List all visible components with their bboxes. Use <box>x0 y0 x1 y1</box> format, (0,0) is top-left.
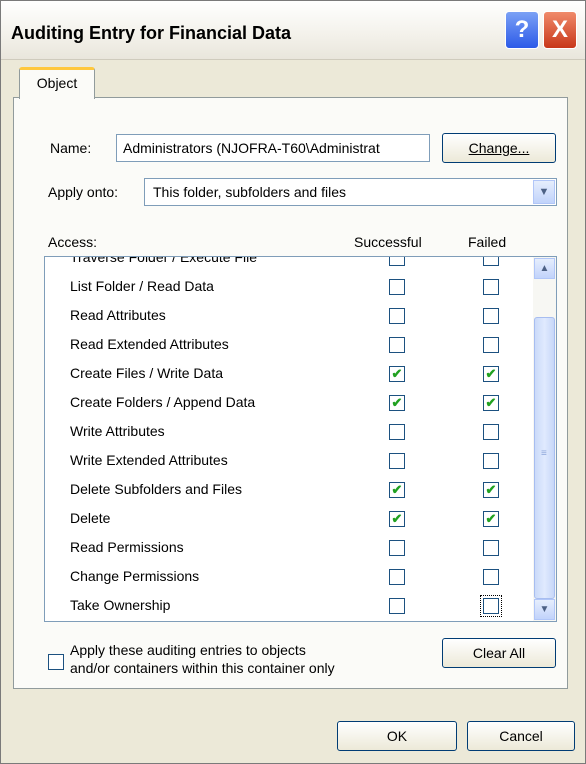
access-row-name: Read Attributes <box>70 307 166 323</box>
successful-header-label: Successful <box>354 234 422 250</box>
access-row: Write Attributes <box>45 418 535 447</box>
access-row-name: Traverse Folder / Execute File <box>70 256 257 265</box>
grip-icon: ≡ <box>541 448 547 459</box>
access-header-label: Access: <box>48 234 98 250</box>
failed-checkbox[interactable] <box>483 424 499 440</box>
apply-onto-value: This folder, subfolders and files <box>153 184 346 200</box>
access-row-name: Write Attributes <box>70 423 165 439</box>
failed-checkbox[interactable]: ✔ <box>483 366 499 382</box>
access-row: Create Folders / Append Data ✔ ✔ <box>45 389 535 418</box>
cancel-button[interactable]: Cancel <box>467 721 575 751</box>
successful-checkbox[interactable] <box>389 569 405 585</box>
failed-checkbox[interactable] <box>483 540 499 556</box>
successful-checkbox[interactable]: ✔ <box>389 366 405 382</box>
access-row: Read Attributes <box>45 302 535 331</box>
access-row: Read Permissions <box>45 534 535 563</box>
failed-checkbox[interactable] <box>483 257 499 266</box>
access-row-name: Change Permissions <box>70 568 200 584</box>
successful-checkbox[interactable] <box>389 598 405 614</box>
apply-onto-select[interactable]: This folder, subfolders and files ▼ <box>144 178 557 206</box>
access-row: List Folder / Read Data <box>45 273 535 302</box>
access-row: Traverse Folder / Execute File <box>45 256 535 273</box>
successful-checkbox[interactable] <box>389 337 405 353</box>
change-button[interactable]: Change... <box>442 133 556 163</box>
tab-panel: Name: Administrators (NJOFRA-T60\Adminis… <box>13 97 568 689</box>
access-row-name: Delete <box>70 510 111 526</box>
apply-inherit-line2: and/or containers within this container … <box>70 660 335 676</box>
successful-checkbox[interactable]: ✔ <box>389 482 405 498</box>
successful-checkbox[interactable] <box>389 279 405 295</box>
failed-checkbox[interactable] <box>483 569 499 585</box>
dialog-title: Auditing Entry for Financial Data <box>11 23 292 43</box>
successful-checkbox[interactable] <box>389 257 405 266</box>
change-button-label: Change... <box>468 140 530 156</box>
apply-inherit-checkbox[interactable] <box>48 654 64 670</box>
access-row: Create Files / Write Data ✔ ✔ <box>45 360 535 389</box>
successful-checkbox[interactable] <box>389 540 405 556</box>
access-row-name: Write Extended Attributes <box>70 452 228 468</box>
help-button[interactable]: ? <box>505 11 539 49</box>
access-row: Write Extended Attributes <box>45 447 535 476</box>
ok-button[interactable]: OK <box>337 721 457 751</box>
scroll-up-icon[interactable]: ▲ <box>534 258 555 279</box>
access-row-name: Read Permissions <box>70 539 184 555</box>
failed-checkbox[interactable]: ✔ <box>483 482 499 498</box>
scroll-down-icon[interactable]: ▼ <box>534 599 555 620</box>
access-row-name: Take Ownership <box>70 597 171 613</box>
failed-header-label: Failed <box>468 234 507 250</box>
cancel-label: Cancel <box>499 728 543 744</box>
access-row-name: Create Folders / Append Data <box>70 394 256 410</box>
failed-checkbox[interactable]: ✔ <box>483 511 499 527</box>
failed-checkbox[interactable] <box>483 279 499 295</box>
access-list[interactable]: Traverse Folder / Execute File List Folde… <box>44 256 557 622</box>
clear-all-button[interactable]: Clear All <box>442 638 556 668</box>
failed-checkbox[interactable] <box>483 308 499 324</box>
access-row-name: Read Extended Attributes <box>70 336 229 352</box>
access-row: Delete ✔ ✔ <box>45 505 535 534</box>
help-icon: ? <box>514 16 530 43</box>
title-bar[interactable]: Auditing Entry for Financial Data ? X <box>1 1 585 60</box>
failed-checkbox[interactable] <box>480 595 502 617</box>
access-row: Read Extended Attributes <box>45 331 535 360</box>
name-label: Name: <box>50 140 92 156</box>
name-field[interactable]: Administrators (NJOFRA-T60\Administrat <box>116 134 430 162</box>
access-row: Take Ownership <box>45 592 535 621</box>
ok-label: OK <box>386 728 408 744</box>
access-row: Delete Subfolders and Files ✔ ✔ <box>45 476 535 505</box>
dialog-window: Auditing Entry for Financial Data ? X Ob… <box>0 0 586 764</box>
vertical-scrollbar[interactable]: ▲ ≡ ▼ <box>533 257 556 621</box>
close-icon: X <box>551 16 568 43</box>
access-row-name: List Folder / Read Data <box>70 278 214 294</box>
apply-inherit-line1: Apply these auditing entries to objects <box>70 642 306 658</box>
access-row-name: Create Files / Write Data <box>70 365 224 381</box>
successful-checkbox[interactable]: ✔ <box>389 511 405 527</box>
scroll-thumb[interactable]: ≡ <box>534 317 555 599</box>
access-row-name: Delete Subfolders and Files <box>70 481 242 497</box>
failed-checkbox[interactable]: ✔ <box>483 395 499 411</box>
failed-checkbox[interactable] <box>483 453 499 469</box>
successful-checkbox[interactable] <box>389 424 405 440</box>
successful-checkbox[interactable] <box>389 308 405 324</box>
successful-checkbox[interactable]: ✔ <box>389 395 405 411</box>
failed-checkbox[interactable] <box>483 337 499 353</box>
apply-onto-label: Apply onto: <box>48 184 119 200</box>
access-row: Change Permissions <box>45 563 535 592</box>
close-button[interactable]: X <box>543 11 577 49</box>
tab-object[interactable]: Object <box>19 67 95 99</box>
clear-all-label: Clear All <box>472 645 526 661</box>
chevron-down-icon[interactable]: ▼ <box>533 180 555 204</box>
successful-checkbox[interactable] <box>389 453 405 469</box>
